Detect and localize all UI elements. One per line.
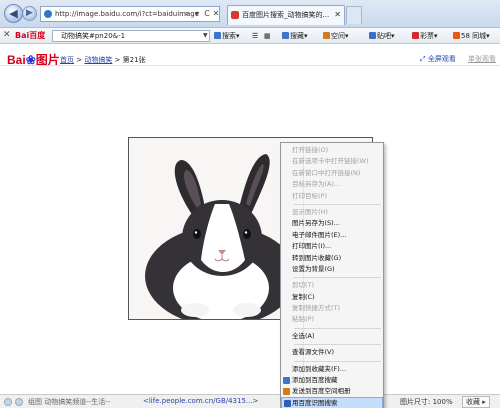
menu-item-label: 添加到百度搜藏 bbox=[292, 376, 338, 385]
breadcrumb: 首页 > 动物搞笑 > 第21张 bbox=[60, 56, 146, 64]
chevron-down-icon[interactable]: ▾ bbox=[192, 6, 202, 22]
browser-title-bar: ◀ ▶ http://image.baidu.com/i?ct=baiduima… bbox=[0, 0, 500, 28]
toolbar-close-icon[interactable]: ✕ bbox=[3, 30, 11, 40]
menu-item-label: 复制快捷方式(T) bbox=[292, 304, 341, 313]
forward-button[interactable]: ▶ bbox=[22, 6, 37, 21]
context-menu-item: 打印目标(P) bbox=[281, 191, 383, 202]
menu-item-label: 设置为背景(G) bbox=[292, 264, 335, 273]
fullscreen-link[interactable]: ⤢ 全屏观看 bbox=[420, 54, 456, 64]
context-menu-item[interactable]: 全选(A) bbox=[281, 331, 383, 342]
menu-item-label: 在新选项卡中打开链接(W) bbox=[292, 157, 369, 166]
toolbar-search-input[interactable]: 动物搞笑#pn20&-1 bbox=[52, 30, 210, 42]
search-icon[interactable]: ⌕ bbox=[182, 6, 192, 22]
toolbar-space-button[interactable]: 空间▾ bbox=[323, 30, 349, 42]
menu-item-label: 复制(C) bbox=[292, 292, 315, 301]
menu-item-label: 转到图片收藏(G) bbox=[292, 253, 342, 262]
menu-item-label: 显示图片(H) bbox=[292, 207, 328, 216]
search-icon bbox=[214, 32, 221, 39]
bookmark-icon bbox=[282, 32, 289, 39]
context-menu-item[interactable]: 电子邮件图片(E)... bbox=[281, 230, 383, 241]
context-menu-item[interactable]: 用百度识图搜索 bbox=[281, 396, 383, 408]
lottery-icon bbox=[412, 32, 419, 39]
toolbar-58-button[interactable]: 58 同城▾ bbox=[453, 30, 490, 42]
baidu-toolbar: ✕ Bai百度 动物搞笑#pn20&-1 ▼ 搜索▾ ☰ ▦ 搜藏▾ 空间▾ 贴… bbox=[0, 28, 500, 44]
menu-item-label: 发送到百度空间相册 bbox=[292, 387, 351, 396]
context-menu-item: 剪切(T) bbox=[281, 280, 383, 291]
context-menu: 打开链接(O) 在新选项卡中打开链接(W) 在新窗口中打开链接(N) 目标另存为(A)… bbox=[280, 142, 384, 408]
context-menu-item[interactable]: 添加到百度搜藏 bbox=[281, 375, 383, 386]
ie-favicon-icon bbox=[44, 10, 52, 18]
toolbar-tieba-button[interactable]: 贴吧▾ bbox=[369, 30, 395, 42]
context-menu-item[interactable]: 添加到收藏夹(F)... bbox=[281, 364, 383, 375]
chevron-down-icon[interactable]: ▼ bbox=[203, 30, 211, 42]
context-menu-item: 在新选项卡中打开链接(W) bbox=[281, 156, 383, 167]
context-menu-item: 显示图片(H) bbox=[281, 207, 383, 218]
favorites-button[interactable]: 收藏 ▸ bbox=[462, 396, 490, 408]
58-icon bbox=[453, 32, 460, 39]
toolbar-grid-button[interactable]: ▦ bbox=[264, 30, 271, 42]
page-status-icon bbox=[4, 398, 12, 406]
menu-item-label: 用百度识图搜索 bbox=[292, 398, 338, 407]
menu-item-label: 添加到收藏夹(F)... bbox=[292, 364, 347, 373]
menu-item-label: 打印目标(P) bbox=[292, 191, 327, 200]
menu-item-label: 目标另存为(A)... bbox=[292, 180, 341, 189]
toolbar-search-button[interactable]: 搜索▾ bbox=[214, 30, 240, 42]
context-menu-item: 打开链接(O) bbox=[281, 145, 383, 156]
tieba-icon bbox=[369, 32, 376, 39]
menu-item-label: 电子邮件图片(E)... bbox=[292, 230, 347, 239]
context-menu-item: 在新窗口中打开链接(N) bbox=[281, 168, 383, 179]
context-menu-item: 目标另存为(A)... bbox=[281, 179, 383, 190]
toolbar-menu-button[interactable]: ☰ bbox=[252, 30, 258, 42]
menu-item-label: 粘贴(P) bbox=[292, 315, 314, 324]
status-url-link[interactable]: <life.people.com.cn/GB/4315...> bbox=[143, 397, 258, 405]
context-menu-item: 粘贴(P) bbox=[281, 314, 383, 325]
menu-item-icon bbox=[284, 399, 291, 407]
menu-item-label: 全选(A) bbox=[292, 331, 315, 340]
security-icon bbox=[15, 398, 23, 406]
toolbar-lottery-button[interactable]: 彩票▾ bbox=[412, 30, 438, 42]
tab-title: 百度图片搜索_动物搞笑的... bbox=[242, 11, 330, 19]
breadcrumb-current-page: 第21张 bbox=[122, 56, 146, 64]
toolbar-bookmark-button[interactable]: 搜藏▾ bbox=[282, 30, 308, 42]
context-menu-item[interactable]: 发送到百度空间相册 bbox=[281, 386, 383, 397]
context-menu-item[interactable]: 图片另存为(S)... bbox=[281, 218, 383, 229]
context-menu-item[interactable]: 打印图片(I)... bbox=[281, 241, 383, 252]
close-icon[interactable]: ✕ bbox=[334, 6, 341, 24]
expand-icon: ⤢ bbox=[420, 55, 426, 63]
menu-item-label: 在新窗口中打开链接(N) bbox=[292, 168, 361, 177]
context-menu-item[interactable]: 复制(C) bbox=[281, 292, 383, 303]
breadcrumb-home-link[interactable]: 首页 bbox=[60, 56, 74, 64]
space-icon bbox=[323, 32, 330, 39]
menu-item-label: 打印图片(I)... bbox=[292, 242, 332, 251]
context-menu-item[interactable]: 设置为背景(G) bbox=[281, 264, 383, 275]
context-menu-item[interactable]: 转到图片收藏(G) bbox=[281, 253, 383, 264]
back-button[interactable]: ◀ bbox=[4, 4, 23, 23]
status-bar: 组图 动物搞笑频道--生活-- <life.people.com.cn/GB/4… bbox=[0, 394, 500, 408]
stop-icon[interactable]: ✕ bbox=[211, 6, 221, 22]
menu-item-label: 打开链接(O) bbox=[292, 146, 329, 154]
address-url: http://image.baidu.com/i?ct=baiduimage bbox=[55, 10, 200, 18]
menu-item-icon bbox=[283, 388, 290, 396]
status-text: 组图 动物搞笑频道--生活-- bbox=[28, 398, 111, 406]
context-menu-items: 打开链接(O) 在新选项卡中打开链接(W) 在新窗口中打开链接(N) 目标另存为(A)… bbox=[281, 145, 383, 408]
menu-item-icon bbox=[283, 377, 290, 385]
menu-item-label: 图片另存为(S)... bbox=[292, 219, 340, 228]
new-tab-button[interactable] bbox=[346, 6, 362, 24]
context-menu-item: 复制快捷方式(T) bbox=[281, 303, 383, 314]
menu-item-label: 查看源文件(V) bbox=[292, 348, 335, 357]
menu-item-label: 剪切(T) bbox=[292, 281, 315, 290]
single-view-link[interactable]: 单张观看 bbox=[468, 54, 496, 64]
breadcrumb-category-link[interactable]: 动物搞笑 bbox=[84, 56, 112, 64]
toolbar-baidu-logo[interactable]: Bai百度 bbox=[15, 30, 45, 41]
status-zoom[interactable]: 图片尺寸: 100% bbox=[400, 397, 453, 407]
context-menu-item[interactable]: 查看源文件(V) bbox=[281, 347, 383, 358]
baidu-favicon-icon bbox=[231, 11, 239, 19]
header-divider bbox=[0, 65, 500, 66]
tab-baidu-image[interactable]: 百度图片搜索_动物搞笑的... ✕ bbox=[227, 5, 345, 25]
